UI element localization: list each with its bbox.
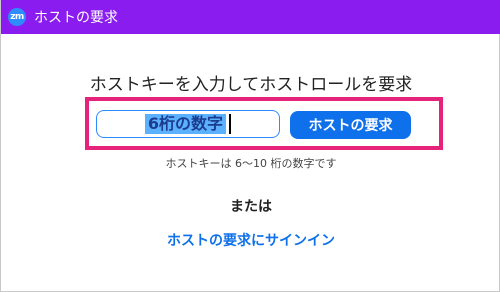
- window-title: ホストの要求: [34, 10, 118, 26]
- host-key-hint: ホストキーは 6～10 桁の数字です: [165, 157, 337, 170]
- title-bar: zm ホストの要求: [1, 0, 500, 34]
- text-caret: [229, 114, 232, 134]
- zoom-logo-icon: zm: [8, 8, 26, 26]
- claim-host-button[interactable]: ホストの要求: [290, 111, 411, 139]
- dialog-heading: ホストキーを入力してホストロールを要求: [89, 75, 413, 95]
- host-key-selected-text: 6桁の数字: [144, 114, 227, 134]
- host-key-input[interactable]: 6桁の数字: [96, 110, 280, 138]
- claim-host-dialog: zm ホストの要求 ホストキーを入力してホストロールを要求 6桁の数字 ホストの…: [0, 0, 500, 292]
- or-separator-text: または: [230, 199, 272, 215]
- signin-to-claim-host-link[interactable]: ホストの要求にサインイン: [1, 230, 500, 250]
